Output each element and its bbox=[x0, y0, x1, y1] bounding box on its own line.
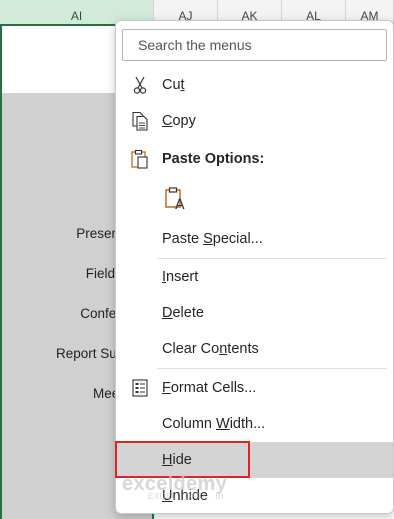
menu-item-column-width-label: Column Width... bbox=[162, 416, 266, 432]
menu-item-copy[interactable]: Copy bbox=[116, 103, 393, 139]
menu-item-hide-label: Hide bbox=[162, 452, 192, 468]
menu-item-unhide[interactable]: Unhide bbox=[116, 478, 393, 514]
format-cells-icon bbox=[132, 379, 148, 397]
paste-formatting-icon[interactable]: A bbox=[164, 185, 188, 211]
copy-icon bbox=[132, 111, 148, 131]
menu-item-cut[interactable]: Cut bbox=[116, 67, 393, 103]
svg-text:A: A bbox=[175, 197, 185, 211]
menu-item-copy-label: Copy bbox=[162, 113, 196, 129]
menu-item-delete[interactable]: Delete bbox=[116, 295, 393, 331]
clipboard-icon bbox=[131, 149, 148, 169]
paste-options-heading: Paste Options: bbox=[162, 151, 265, 167]
menu-separator bbox=[157, 368, 387, 369]
menu-item-format-cells-label: Format Cells... bbox=[162, 380, 257, 396]
menu-item-insert-label: Insert bbox=[162, 269, 199, 285]
menu-item-hide[interactable]: Hide bbox=[116, 442, 393, 478]
menu-item-insert[interactable]: Insert bbox=[116, 259, 393, 295]
scissors-icon bbox=[133, 76, 147, 94]
menu-item-format-cells[interactable]: Format Cells... bbox=[116, 370, 393, 406]
menu-item-column-width[interactable]: Column Width... bbox=[116, 406, 393, 442]
paste-option-row: A bbox=[116, 181, 393, 217]
menu-item-paste-special[interactable]: Paste Special... bbox=[116, 221, 393, 257]
menu-item-cut-label: Cut bbox=[162, 77, 185, 93]
menu-item-paste-special-label: Paste Special... bbox=[162, 231, 263, 247]
menu-item-delete-label: Delete bbox=[162, 305, 204, 321]
menu-item-clear-contents[interactable]: Clear Contents bbox=[116, 331, 393, 367]
context-menu: Search the menus Cut Copy Paste Options: bbox=[115, 20, 394, 514]
menu-item-clear-contents-label: Clear Contents bbox=[162, 341, 259, 357]
menu-item-unhide-label: Unhide bbox=[162, 488, 208, 504]
menu-item-paste-options: Paste Options: bbox=[116, 141, 393, 177]
search-menus-input[interactable]: Search the menus bbox=[122, 29, 387, 61]
